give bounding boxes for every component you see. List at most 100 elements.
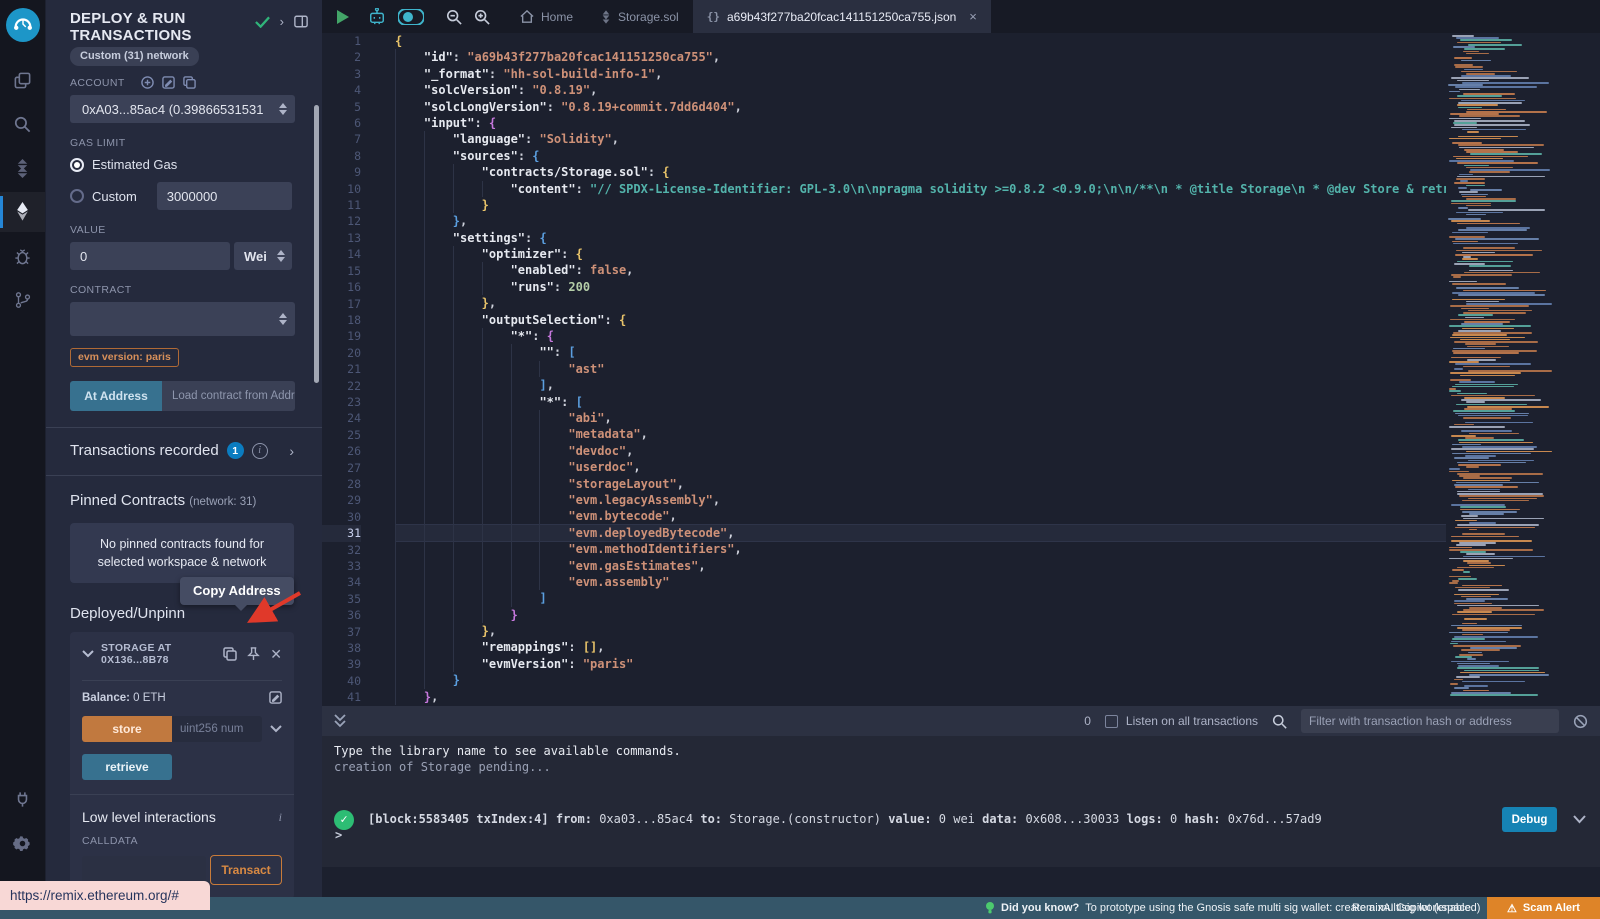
tab-bar: Home Storage.sol {} a69b43f277ba20fcac14… (322, 0, 1600, 33)
chevron-down-icon[interactable] (82, 650, 94, 658)
calldata-input[interactable] (82, 856, 206, 884)
annotation-arrow (236, 583, 306, 628)
zoom-in-icon[interactable] (474, 9, 490, 25)
json-file-icon: {} (707, 10, 720, 23)
pinned-contracts-title: Pinned Contracts (network: 31) (70, 492, 294, 509)
deployed-contract-card: STORAGE AT 0X136...8B78 ✕ Balance: 0 ETH… (70, 632, 294, 897)
deploy-run-panel: DEPLOY & RUN TRANSACTIONS › Custom (31) … (45, 0, 322, 897)
expand-args-chevron-icon[interactable] (270, 725, 282, 733)
code-content[interactable]: {"id": "a69b43f277ba20fcac141151250ca755… (375, 33, 1446, 706)
stepper-arrows-icon (277, 250, 285, 262)
contract-instance-label[interactable]: STORAGE AT 0X136...8B78 (101, 642, 216, 666)
ai-copilot-robot-icon[interactable] (368, 8, 386, 25)
divider (46, 475, 322, 476)
transact-button[interactable]: Transact (210, 855, 282, 885)
pin-contract-icon[interactable] (247, 647, 260, 661)
transactions-recorded-row[interactable]: Transactions recorded 1 i › (70, 442, 294, 459)
lightbulb-icon (985, 901, 995, 915)
browser-link-preview: https://remix.ethereum.org/# (0, 881, 210, 910)
balance-value: 0 ETH (130, 692, 166, 704)
terminal-prompt[interactable]: > (335, 828, 342, 843)
copilot-toggle[interactable] (398, 9, 424, 25)
file-explorer-icon[interactable] (0, 60, 45, 100)
tx-expand-chevron-icon[interactable] (1573, 815, 1586, 824)
copilot-status[interactable]: RemixAI Copilot (enabled) (1352, 902, 1480, 914)
transaction-filter-input[interactable] (1301, 709, 1559, 733)
calldata-label: CALLDATA (82, 835, 282, 847)
remix-ide-window: DEPLOY & RUN TRANSACTIONS › Custom (31) … (0, 0, 1600, 919)
editor-area: Home Storage.sol {} a69b43f277ba20fcac14… (322, 0, 1600, 897)
debugger-icon[interactable] (0, 236, 45, 276)
search-icon[interactable] (0, 104, 45, 144)
transaction-log-row[interactable]: ✓ [block:5583405 txIndex:4] from: 0xa03.… (334, 801, 1600, 838)
low-level-title: Low level interactions (82, 809, 216, 825)
edit-balance-icon[interactable] (269, 691, 282, 704)
account-select[interactable]: 0xA03...85ac4 (0.39866531531 (70, 95, 295, 123)
tab-storage-sol[interactable]: Storage.sol (587, 0, 693, 33)
plugin-manager-icon[interactable] (0, 779, 45, 819)
pin-panel-icon[interactable] (294, 15, 308, 28)
terminal-expand-icon[interactable] (334, 714, 346, 728)
load-contract-input[interactable]: Load contract from Addr (162, 381, 295, 411)
add-account-icon[interactable] (141, 76, 154, 89)
sign-message-icon[interactable] (162, 76, 175, 89)
pinned-network-label: (network: 31) (189, 496, 256, 508)
chevron-right-icon[interactable]: › (289, 443, 294, 459)
scam-alert-button[interactable]: ⚠ Scam Alert (1487, 897, 1600, 919)
settings-gear-icon[interactable] (0, 823, 45, 863)
line-numbers-gutter: 1234567891011121314151617181920212223242… (322, 33, 375, 706)
close-contract-icon[interactable]: ✕ (270, 646, 282, 663)
solidity-compiler-icon[interactable] (0, 148, 45, 188)
warning-icon: ⚠ (1507, 902, 1517, 915)
listen-count: 0 (1084, 714, 1091, 728)
expand-chevron-icon[interactable]: › (280, 14, 284, 29)
minimap[interactable] (1446, 33, 1556, 706)
terminal-search-icon[interactable] (1272, 714, 1287, 729)
clear-console-icon[interactable] (1573, 714, 1588, 729)
zoom-out-icon[interactable] (446, 9, 462, 25)
home-icon (520, 10, 534, 23)
git-branch-icon[interactable] (0, 280, 45, 320)
custom-gas-radio[interactable] (70, 189, 84, 203)
info-icon[interactable]: i (252, 443, 268, 459)
listen-checkbox[interactable] (1105, 715, 1118, 728)
editor-scrollbar-track[interactable] (1556, 33, 1600, 706)
run-script-icon[interactable] (336, 9, 350, 25)
copy-address-icon[interactable] (223, 647, 237, 661)
evm-version-badge: evm version: paris (70, 348, 179, 367)
panel-scroll-area[interactable]: Custom (31) network ACCOUNT 0xA03...85ac… (46, 46, 322, 897)
remix-logo-icon[interactable] (6, 8, 40, 42)
tab-home[interactable]: Home (506, 0, 587, 33)
terminal-toolbar: 0 Listen on all transactions (322, 706, 1600, 736)
tx-success-icon: ✓ (334, 810, 354, 830)
deploy-run-icon[interactable] (0, 192, 45, 232)
transactions-recorded-label: Transactions recorded (70, 442, 219, 459)
store-input[interactable]: uint256 num (172, 716, 262, 742)
pinned-empty-message: No pinned contracts found for selected w… (70, 523, 294, 583)
value-unit-select[interactable]: Wei (234, 242, 292, 270)
store-button[interactable]: store (82, 716, 172, 742)
tx-count-badge: 1 (227, 442, 244, 459)
panel-title: DEPLOY & RUN TRANSACTIONS (70, 10, 220, 44)
debug-button[interactable]: Debug (1502, 807, 1557, 832)
value-input[interactable] (70, 242, 230, 270)
close-tab-icon[interactable]: × (969, 9, 977, 24)
contract-label: CONTRACT (70, 284, 294, 296)
at-address-button[interactable]: At Address (70, 381, 162, 411)
contract-select[interactable] (70, 302, 295, 336)
info-icon[interactable]: i (279, 810, 282, 825)
retrieve-button[interactable]: retrieve (82, 754, 172, 780)
panel-scrollbar[interactable] (314, 105, 319, 383)
estimated-gas-label: Estimated Gas (92, 157, 177, 172)
icon-rail (0, 0, 45, 897)
custom-gas-input[interactable] (157, 182, 292, 210)
tx-summary-text: [block:5583405 txIndex:4] from: 0xa03...… (368, 812, 1322, 827)
custom-gas-label: Custom (92, 189, 137, 204)
copy-account-icon[interactable] (183, 76, 196, 89)
tab-json-active[interactable]: {} a69b43f277ba20fcac141151250ca755.json… (693, 0, 991, 33)
status-bar: Did you know? To prototype using the Gno… (0, 897, 1600, 919)
terminal-output[interactable]: Type the library name to see available c… (322, 736, 1600, 867)
stepper-arrows-icon (279, 313, 287, 325)
code-editor[interactable]: 1234567891011121314151617181920212223242… (322, 33, 1600, 706)
estimated-gas-radio[interactable] (70, 158, 84, 172)
